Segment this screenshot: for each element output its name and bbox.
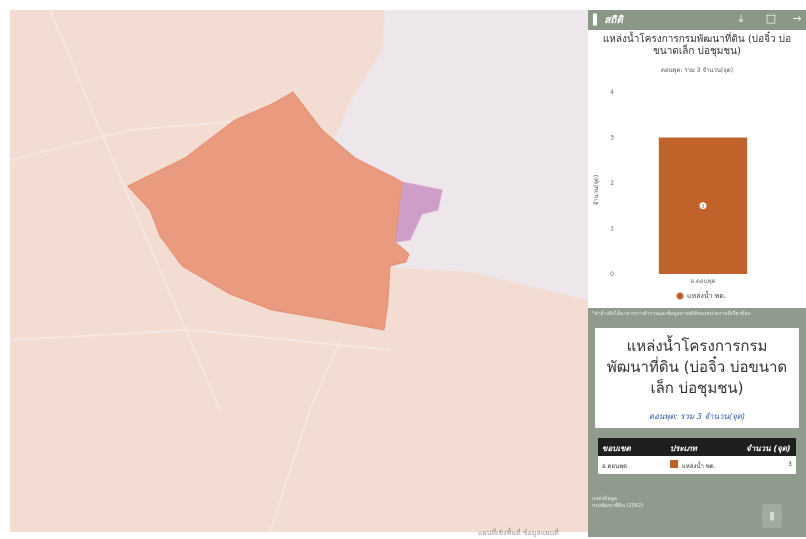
data-label: 3 [701, 204, 704, 210]
y-tick-label: 3 [610, 135, 614, 142]
map-view[interactable] [10, 10, 588, 532]
x-axis: อ.ดอนพุด [691, 278, 716, 285]
y-tick-label: 1 [610, 226, 614, 233]
y-tick-label: 2 [610, 180, 614, 187]
data-source-value: กรมพัฒนาที่ดิน (2562) [592, 503, 644, 509]
table-header: ขอบเขต ประเภท จำนวน (จุด) [598, 438, 796, 456]
side-panel: ▌ สถิติ ⤓ □ → แหล่งน้ำโครงการกรมพัฒนาที่… [588, 10, 806, 537]
table-header-count: จำนวน (จุด) [746, 444, 791, 453]
exit-icon[interactable]: → [790, 12, 804, 26]
bar-series: 3 [658, 137, 748, 274]
legend-marker [676, 292, 684, 300]
type-color-swatch [670, 460, 678, 468]
table-header-type: ประเภท [670, 444, 697, 453]
info-card: แหล่งน้ำโครงการกรมพัฒนาที่ดิน (บ่อจิ๋ว บ… [595, 328, 799, 428]
y-tick-label: 4 [610, 89, 614, 96]
y-axis: 0 1 2 3 4 [610, 89, 614, 278]
microphone-icon: ▮ [768, 509, 776, 522]
map-attribution: แผนที่เชิงพื้นที่ ข้อมูลแผนที่ [478, 529, 559, 537]
download-icon[interactable]: ⤓ [734, 12, 748, 26]
fullscreen-icon[interactable]: □ [764, 12, 778, 26]
y-tick-label: 0 [610, 271, 614, 278]
table-row[interactable]: อ.ดอนพุด แหล่งน้ำ พด. 3 [598, 456, 796, 474]
x-tick-label: อ.ดอนพุด [691, 278, 716, 285]
chart-card: แหล่งน้ำโครงการกรมพัฒนาที่ดิน (บ่อจิ๋ว บ… [588, 30, 806, 308]
chart-legend[interactable]: แหล่งน้ำ พด. [676, 289, 727, 300]
map-canvas[interactable] [10, 10, 588, 532]
signal-icon: ▌ [593, 15, 601, 26]
microphone-button[interactable]: ▮ [762, 504, 782, 528]
data-source-label: แหล่งข้อมูล [592, 496, 617, 502]
adjacent-district-area[interactable] [394, 181, 443, 243]
data-source-note: แหล่งข้อมูล กรมพัฒนาที่ดิน (2562) [592, 496, 643, 510]
table-header-area: ขอบเขต [602, 444, 631, 453]
app-frame: แผนที่เชิงพื้นที่ ข้อมูลแผนที่ ▌ สถิติ ⤓… [0, 0, 806, 537]
brand-label: ▌ สถิติ [593, 15, 623, 26]
legend-label: แหล่งน้ำ พด. [687, 289, 726, 300]
table-cell-type: แหล่งน้ำ พด. [682, 463, 716, 470]
info-subtitle: ดอนพุด: รวม 3 จำนวน(จุด) [648, 412, 746, 421]
bar-chart: 0 1 2 3 4 จำนวน(จุด) 3 อ.ดอนพุด แหล่งน้ำ พด. [593, 89, 748, 300]
panel-header: ▌ สถิติ ⤓ □ → [588, 10, 806, 30]
table-cell-count: 3 [788, 461, 792, 468]
info-title: แหล่งน้ำโครงการกรมพัฒนาที่ดิน (บ่อจิ๋ว บ… [606, 337, 788, 397]
source-note: *ค่าอ้างอิงได้มาจากการสำรวจและข้อมูลทางส… [592, 311, 751, 317]
y-axis-label: จำนวน(จุด) [593, 175, 600, 206]
table-cell-area: อ.ดอนพุด [602, 463, 627, 470]
